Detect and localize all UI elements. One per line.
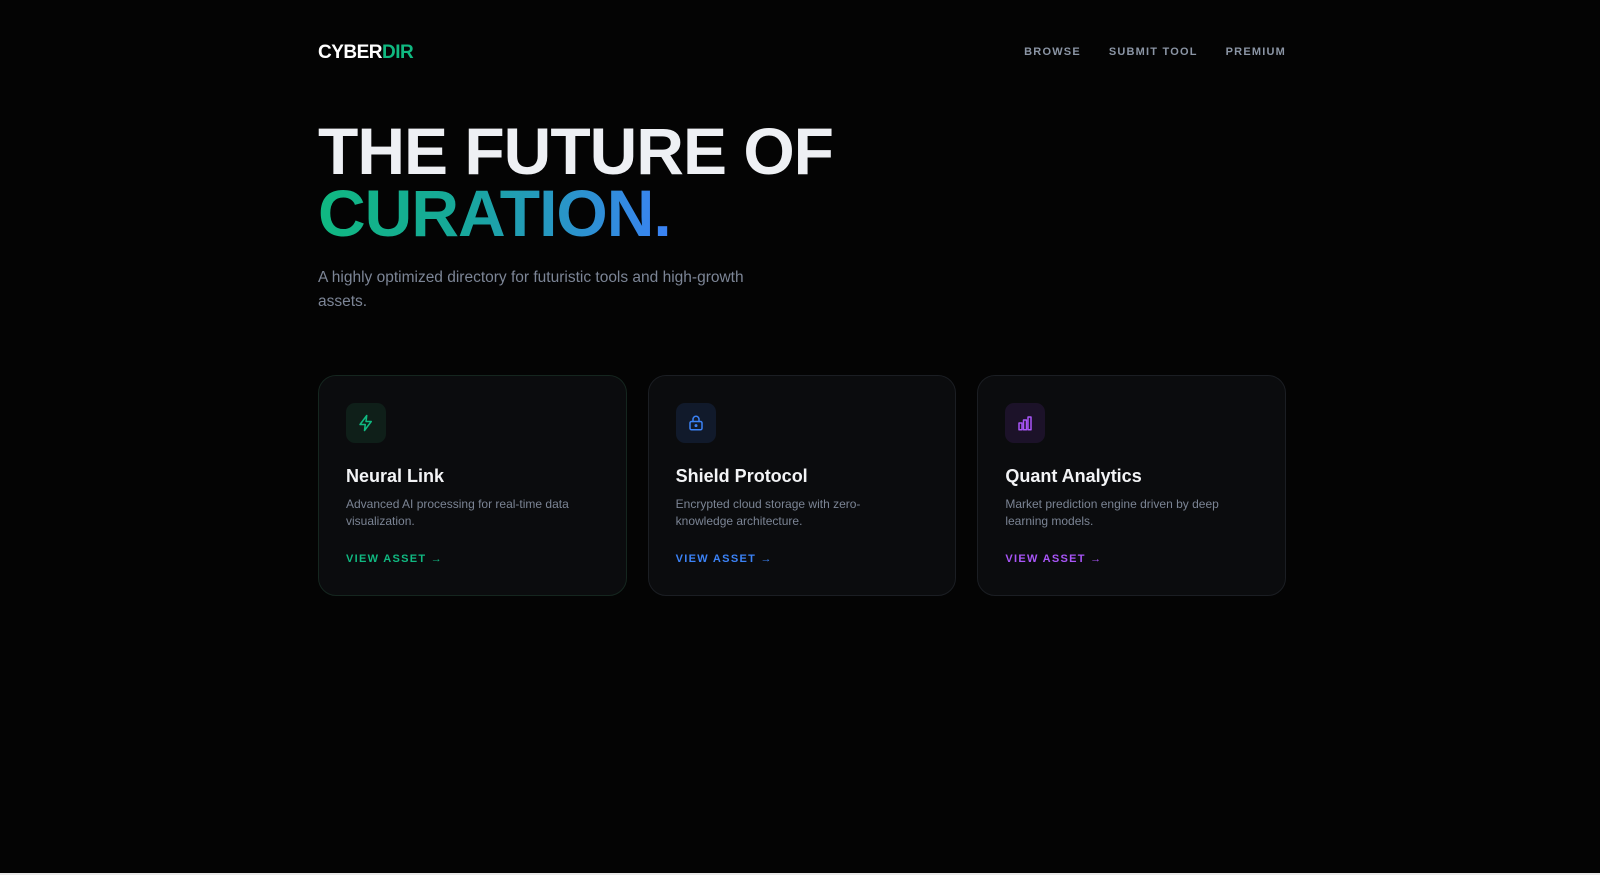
nav-item-submit-tool[interactable]: SUBMIT TOOL: [1109, 46, 1198, 58]
card-icon-box: [675, 403, 716, 443]
card-description: Advanced AI processing for real-time dat…: [346, 497, 569, 528]
hero-title-line1: THE FUTURE OF: [318, 114, 834, 188]
main-nav: BROWSE SUBMIT TOOL PREMIUM: [1024, 46, 1286, 58]
card-description: Market prediction engine driven by deep …: [1005, 497, 1219, 528]
card-icon-box: [346, 403, 386, 443]
view-asset-link[interactable]: VIEW ASSET →: [1005, 553, 1102, 565]
lightning-icon: [359, 414, 372, 432]
view-asset-link[interactable]: VIEW ASSET →: [346, 553, 443, 565]
card-icon-box: [1005, 403, 1046, 443]
bar-chart-icon: [1018, 416, 1033, 431]
site-header: CYBERDIR BROWSE SUBMIT TOOL PREMIUM: [318, 38, 1286, 66]
logo-accent-text: DIR: [382, 41, 414, 63]
card-description: Encrypted cloud storage with zero-knowle…: [675, 497, 861, 528]
lock-icon: [688, 415, 703, 431]
nav-item-browse[interactable]: BROWSE: [1024, 46, 1081, 58]
asset-cards: Neural Link Advanced AI processing for r…: [318, 375, 1287, 596]
card-title: Neural Link: [346, 466, 445, 486]
hero-title-line2: CURATION.: [318, 176, 672, 250]
view-asset-link[interactable]: VIEW ASSET →: [676, 553, 773, 565]
logo[interactable]: CYBERDIR: [318, 41, 414, 63]
asset-card-quant-analytics[interactable]: Quant Analytics Market prediction engine…: [977, 375, 1287, 596]
hero-title: THE FUTURE OF CURATION.: [318, 114, 1018, 250]
page: CYBERDIR BROWSE SUBMIT TOOL PREMIUM THE …: [0, 0, 1600, 875]
asset-card-shield-protocol[interactable]: Shield Protocol Encrypted cloud storage …: [647, 375, 957, 596]
asset-card-neural-link[interactable]: Neural Link Advanced AI processing for r…: [318, 375, 627, 596]
hero-subtitle: A highly optimized directory for futuris…: [318, 269, 744, 310]
nav-item-premium[interactable]: PREMIUM: [1226, 46, 1286, 58]
card-title: Shield Protocol: [675, 466, 808, 486]
hero-section: THE FUTURE OF CURATION. A highly optimiz…: [318, 114, 1018, 314]
card-title: Quant Analytics: [1005, 466, 1142, 486]
logo-primary-text: CYBER: [318, 41, 383, 63]
